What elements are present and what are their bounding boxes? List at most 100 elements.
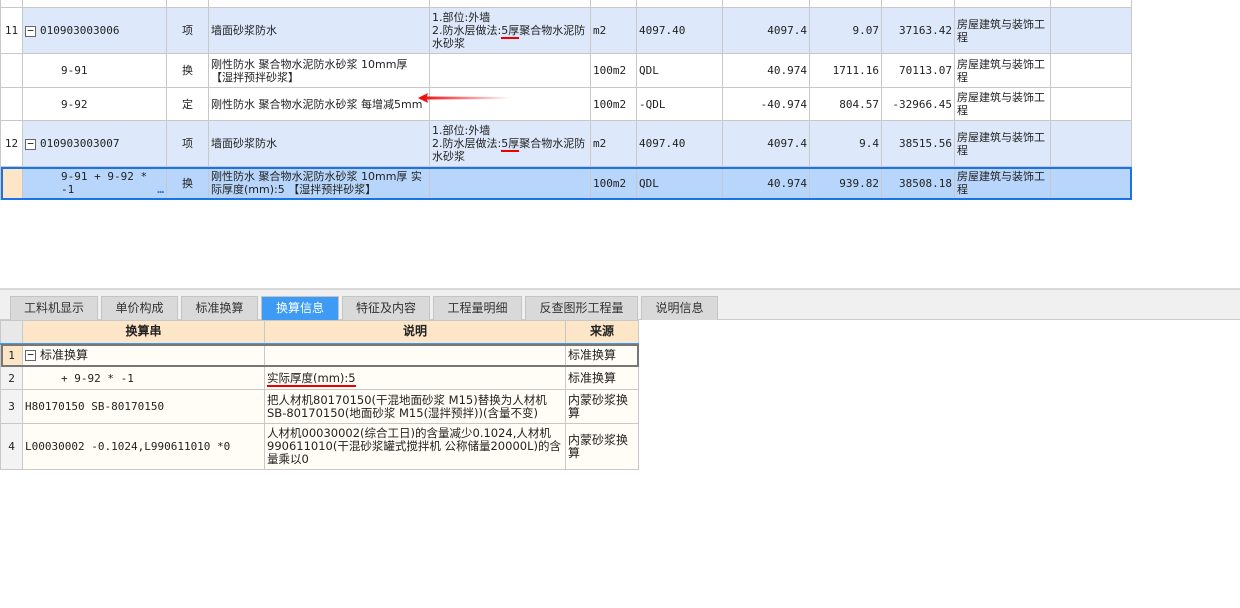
row-number: 1 [0, 342, 23, 367]
table-row[interactable]: 11−010903003006 项墙面砂浆防水 1.部位:外墙 2.防水层做法:5厚聚… [0, 7, 1132, 54]
major-cell[interactable]: 房屋建筑与装饰工程 [954, 87, 1051, 121]
price-cell: 804.57 [809, 87, 882, 121]
qty-cell[interactable]: -40.974 [722, 87, 810, 121]
extra-cell[interactable] [1050, 87, 1132, 121]
features-cell[interactable] [429, 53, 591, 88]
name-cell[interactable]: 墙面砂浆防水 [208, 7, 430, 54]
desc-text: 人材机00030002(综合工日)的含量减少0.1024,人材机99061101… [267, 426, 561, 466]
row-number [0, 53, 23, 88]
unit-cell[interactable]: m2 [590, 120, 637, 167]
type-cell: 换 [166, 53, 209, 88]
name-cell[interactable]: 刚性防水 聚合物水泥防水砂浆 10mm厚 【湿拌预拌砂浆】 [208, 53, 430, 88]
price-cell: 9.4 [809, 120, 882, 167]
desc-cell: 把人材机80170150(干混地面砂浆 M15)替换为人材机SB-8017015… [264, 389, 566, 424]
major-cell[interactable]: 房屋建筑与装饰工程 [954, 53, 1051, 88]
extra-cell[interactable] [1050, 53, 1132, 88]
qty-cell[interactable]: 40.974 [722, 166, 810, 200]
collapse-icon[interactable]: − [25, 349, 36, 362]
features-cell[interactable]: 1.部位:外墙 2.防水层做法:5厚聚合物水泥防水砂浆 [429, 7, 591, 54]
code-cell[interactable]: −010903003006 [22, 7, 167, 54]
code: 9-91 [61, 64, 88, 77]
expr-cell[interactable]: 4097.40 [636, 7, 723, 54]
tab-5[interactable]: 工程量明细 [433, 296, 522, 320]
features-cell[interactable] [429, 166, 591, 200]
table-row[interactable]: 4 L00030002 -0.1024,L990611010 *0 人材机00030… [0, 423, 639, 470]
collapse-icon[interactable]: − [25, 138, 36, 150]
table-row[interactable]: 9-91 + 9-92 * -1 … 换刚性防水 聚合物水泥防水砂浆 10mm厚 … [0, 166, 1132, 200]
name-cell[interactable]: 刚性防水 聚合物水泥防水砂浆 每增减5mm [208, 87, 430, 121]
extra-cell[interactable] [1050, 7, 1132, 54]
unit-cell[interactable]: 100m2 [590, 53, 637, 88]
features-cell[interactable]: 1.部位:外墙 2.防水层做法:5厚聚合物水泥防水砂浆 [429, 120, 591, 167]
major-cell[interactable]: 房屋建筑与装饰工程 [954, 7, 1051, 54]
major-cell[interactable]: 房屋建筑与装饰工程 [954, 120, 1051, 167]
col-header[interactable]: 说明 [264, 320, 566, 344]
row-number: 12 [0, 120, 23, 167]
row-number: 4 [0, 423, 23, 470]
corner-cell [0, 320, 23, 344]
name-cell[interactable]: 刚性防水 聚合物水泥防水砂浆 10mm厚 实际厚度(mm):5 【湿拌预拌砂浆】 [208, 166, 430, 200]
code: 9-91 + 9-92 * -1 [61, 170, 148, 196]
unit-cell[interactable]: 100m2 [590, 166, 637, 200]
table-row[interactable]: 3 H80170150 SB-80170150 把人材机80170150(干混地面砂… [0, 389, 639, 424]
table-row[interactable]: 9-92 定刚性防水 聚合物水泥防水砂浆 每增减5mm 100m2 -QDL -40.9… [0, 87, 1132, 121]
source-cell: 内蒙砂浆换算 [565, 423, 639, 470]
qty-cell[interactable]: 40.974 [722, 53, 810, 88]
tab-1[interactable]: 单价构成 [101, 296, 178, 320]
feature-line: 2.防水层做法: [432, 137, 502, 150]
expr-cell[interactable]: QDL [636, 166, 723, 200]
collapse-icon[interactable]: − [25, 25, 36, 37]
col-header[interactable]: 来源 [565, 320, 639, 344]
code-cell[interactable]: 9-91 [22, 53, 167, 88]
total-cell: 38508.18 [881, 166, 955, 200]
extra-cell[interactable] [1050, 166, 1132, 200]
conv-string-cell[interactable]: − 标准换算 [22, 342, 265, 367]
conv-string-cell[interactable]: + 9-92 * -1 [22, 366, 265, 390]
code: 010903003006 [40, 24, 120, 37]
extra-cell[interactable] [1050, 120, 1132, 167]
table-row[interactable]: 12−010903003007 项墙面砂浆防水 1.部位:外墙 2.防水层做法:5厚聚… [0, 120, 1132, 167]
code-cell[interactable]: 9-91 + 9-92 * -1 … [22, 166, 167, 200]
row-number [0, 87, 23, 121]
conv-string-cell[interactable]: H80170150 SB-80170150 [22, 389, 265, 424]
price-cell: 1711.16 [809, 53, 882, 88]
desc-cell: 实际厚度(mm):5 [264, 366, 566, 390]
tab-6[interactable]: 反查图形工程量 [525, 296, 638, 320]
tab-3[interactable]: 换算信息 [261, 296, 339, 320]
conv-string: H80170150 SB-80170150 [25, 400, 165, 413]
conv-string: L00030002 -0.1024,L990611010 *0 [25, 440, 231, 453]
desc-cell [264, 342, 566, 367]
row-number: 3 [0, 389, 23, 424]
qty-cell[interactable]: 4097.4 [722, 7, 810, 54]
row-number [0, 166, 23, 200]
code-cell[interactable]: 9-92 [22, 87, 167, 121]
tab-4[interactable]: 特征及内容 [342, 296, 430, 320]
conversion-info-table: 换算串 说明 来源 1− 标准换算 标准换算 2 + 9-92 * -1 实际厚度(mm):5… [0, 320, 639, 470]
feature-line: 1.部位:外墙 [432, 124, 491, 137]
tab-0[interactable]: 工料机显示 [10, 296, 98, 320]
table-row[interactable]: 9-91 换刚性防水 聚合物水泥防水砂浆 10mm厚 【湿拌预拌砂浆】 100m2 Q… [0, 53, 1132, 88]
col-header[interactable]: 换算串 [22, 320, 265, 344]
underlined-thickness: 5厚 [501, 137, 520, 152]
type-cell: 定 [166, 87, 209, 121]
table-row[interactable]: 1− 标准换算 标准换算 [0, 342, 639, 367]
unit-cell[interactable]: 100m2 [590, 87, 637, 121]
desc-text: 实际厚度(mm):5 [267, 370, 356, 387]
name-cell[interactable]: 墙面砂浆防水 [208, 120, 430, 167]
tab-7[interactable]: 说明信息 [641, 296, 718, 320]
code-cell[interactable]: −010903003007 [22, 120, 167, 167]
unit-cell[interactable]: m2 [590, 7, 637, 54]
code: 9-92 [61, 97, 88, 111]
expr-cell[interactable]: QDL [636, 53, 723, 88]
type-cell: 换 [166, 166, 209, 200]
conv-string: 标准换算 [40, 347, 89, 362]
row-number: 2 [0, 366, 23, 390]
major-cell[interactable]: 房屋建筑与装饰工程 [954, 166, 1051, 200]
qty-cell[interactable]: 4097.4 [722, 120, 810, 167]
more-button[interactable]: … [157, 183, 164, 196]
tab-2[interactable]: 标准换算 [181, 296, 258, 320]
conv-string-cell[interactable]: L00030002 -0.1024,L990611010 *0 [22, 423, 265, 470]
expr-cell[interactable]: 4097.40 [636, 120, 723, 167]
expr-cell[interactable]: -QDL [636, 87, 723, 121]
table-row[interactable]: 2 + 9-92 * -1 实际厚度(mm):5 标准换算 [0, 366, 639, 390]
